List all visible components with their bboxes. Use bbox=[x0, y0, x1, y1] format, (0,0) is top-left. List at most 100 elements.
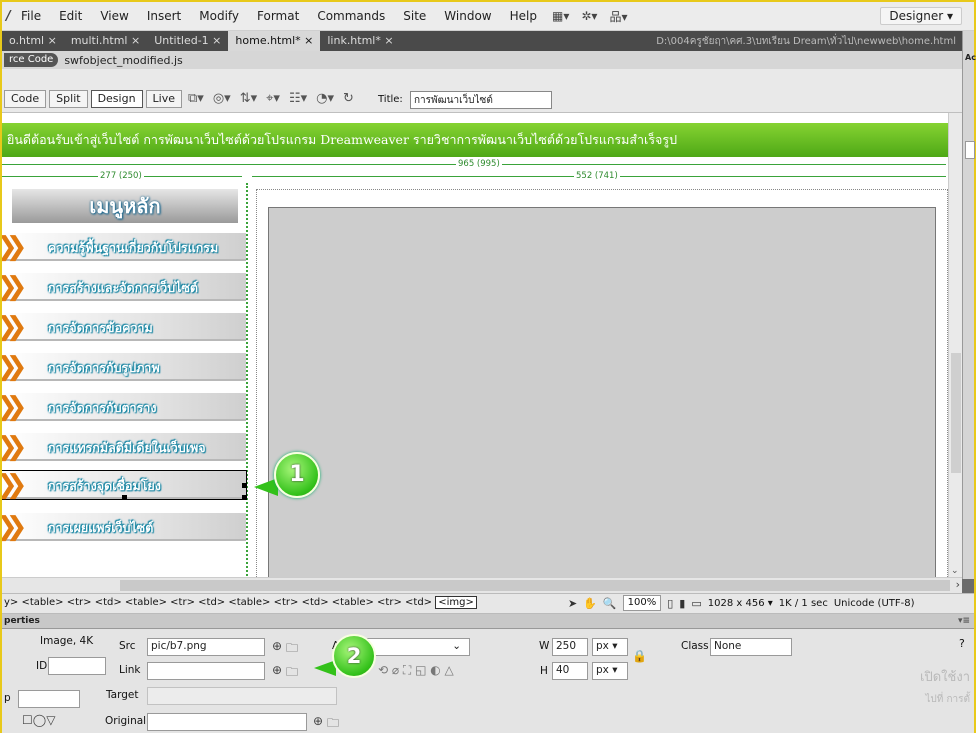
menu-modify[interactable]: Modify bbox=[190, 9, 248, 23]
chevron-right-icon: ❯❯ bbox=[2, 392, 27, 422]
menu-item-publish[interactable]: ❯❯ การเผยแพร่เว็บไซต์ bbox=[2, 512, 246, 542]
menu-item-label: การจัดการข้อความ bbox=[48, 320, 153, 335]
horizontal-scroll-thumb[interactable] bbox=[120, 580, 950, 591]
menu-item-basics[interactable]: ❯❯ ความรู้พื้นฐานเกี่ยวกับโปรแกรม bbox=[2, 232, 246, 262]
img-tag[interactable]: <img> bbox=[435, 596, 477, 609]
menu-item-label: การแทรกมัลติมีเดียในเว็บเพจ bbox=[48, 440, 206, 455]
file-path: D:\004ครูชัยฤา\คศ.3\บทเรียน Dream\ทั่วไป… bbox=[656, 35, 956, 47]
tablet-size-icon[interactable]: ▮ bbox=[679, 597, 685, 610]
link-point-to-file-icon[interactable]: ⊕ bbox=[272, 663, 282, 677]
hand-tool-icon[interactable]: ✋ bbox=[583, 597, 597, 610]
chevron-right-icon: ❯❯ bbox=[2, 470, 27, 500]
zoom-tool-icon[interactable]: 🔍 bbox=[603, 597, 617, 610]
menu-column: เมนูหลัก ❯❯ ความรู้พื้นฐานเกี่ยวกับโปรแก… bbox=[2, 183, 248, 580]
workspace-switcher[interactable]: Designer ▾ bbox=[880, 7, 962, 25]
browse-folder-icon[interactable]: 🗀 bbox=[286, 639, 298, 660]
file-management-icon[interactable]: ⇅▾ bbox=[240, 91, 257, 106]
scroll-right-icon[interactable]: › bbox=[956, 578, 960, 591]
related-file-swfobject[interactable]: swfobject_modified.js bbox=[64, 54, 182, 67]
content-area[interactable] bbox=[268, 207, 936, 580]
width-left-label: 277 (250) bbox=[98, 171, 144, 181]
zoom-select[interactable]: 100% bbox=[622, 595, 662, 611]
tab-multi-html[interactable]: multi.html × bbox=[64, 31, 147, 51]
menu-site[interactable]: Site bbox=[394, 9, 435, 23]
horizontal-scrollbar[interactable]: › bbox=[2, 577, 962, 593]
code-view-button[interactable]: Code bbox=[4, 90, 47, 108]
scroll-down-icon[interactable]: ⌄ bbox=[951, 566, 959, 576]
link-label: Link bbox=[119, 664, 141, 676]
split-view-button[interactable]: Split bbox=[49, 90, 88, 108]
target-select[interactable] bbox=[147, 687, 337, 705]
inspect-icon[interactable]: ⌖▾ bbox=[266, 91, 280, 106]
src-field[interactable]: pic/b7.png bbox=[147, 638, 265, 656]
live-view-button[interactable]: Live bbox=[145, 90, 183, 108]
related-files-bar: rce Code swfobject_modified.js bbox=[2, 51, 962, 69]
tab-link-html[interactable]: link.html* × bbox=[320, 31, 400, 51]
menu-item-multimedia[interactable]: ❯❯ การแทรกมัลติมีเดียในเว็บเพจ bbox=[2, 432, 246, 462]
map-field[interactable] bbox=[18, 690, 80, 708]
validate-icon[interactable]: ◔▾ bbox=[316, 91, 334, 106]
menu-insert[interactable]: Insert bbox=[138, 9, 190, 23]
original-browse-folder-icon[interactable]: 🗀 bbox=[327, 714, 339, 733]
panel-menu-icon[interactable]: ▾≡ bbox=[958, 614, 970, 628]
height-field[interactable]: 40 bbox=[552, 662, 588, 680]
menu-file[interactable]: File bbox=[12, 9, 50, 23]
menu-item-images[interactable]: ❯❯ การจัดการกับรูปภาพ bbox=[2, 352, 246, 382]
properties-header[interactable]: perties ▾≡ bbox=[2, 614, 974, 629]
panel-field[interactable] bbox=[965, 141, 975, 159]
mobile-size-icon[interactable]: ▯ bbox=[667, 597, 673, 610]
menu-window[interactable]: Window bbox=[435, 9, 500, 23]
chevron-right-icon: ❯❯ bbox=[2, 512, 27, 542]
vertical-scrollbar[interactable]: ⌄ bbox=[948, 113, 962, 580]
menu-edit[interactable]: Edit bbox=[50, 9, 91, 23]
menu-format[interactable]: Format bbox=[248, 9, 308, 23]
id-field[interactable] bbox=[48, 657, 106, 675]
width-unit-select[interactable]: px ▾ bbox=[592, 638, 628, 656]
select-tool-icon[interactable]: ➤ bbox=[568, 597, 577, 610]
multiscreen-icon[interactable]: ⧉▾ bbox=[188, 91, 204, 106]
site-icon[interactable]: 品▾ bbox=[603, 8, 633, 25]
original-field[interactable] bbox=[147, 713, 307, 731]
help-icon[interactable]: ? bbox=[959, 637, 965, 650]
tab-untitled-1[interactable]: Untitled-1 × bbox=[147, 31, 228, 51]
link-browse-folder-icon[interactable]: 🗀 bbox=[286, 663, 298, 684]
class-select[interactable]: None bbox=[710, 638, 792, 656]
design-view-button[interactable]: Design bbox=[90, 90, 143, 108]
panel-label[interactable]: Ac bbox=[965, 53, 976, 62]
chevron-right-icon: ❯❯ bbox=[2, 232, 27, 262]
tag-path[interactable]: y> <table> <tr> <td> <table> <tr> <td> <… bbox=[4, 597, 432, 608]
tab-o-html[interactable]: o.html × bbox=[2, 31, 64, 51]
title-input[interactable]: การพัฒนาเว็บไซต์ bbox=[410, 91, 552, 109]
vertical-scroll-thumb[interactable] bbox=[951, 353, 961, 473]
resize-handle-corner[interactable] bbox=[242, 495, 247, 500]
visual-aids-icon[interactable]: ☷▾ bbox=[289, 91, 307, 106]
height-unit-select[interactable]: px ▾ bbox=[592, 662, 628, 680]
menu-commands[interactable]: Commands bbox=[308, 9, 394, 23]
image-edit-icons[interactable]: ⟲ ⌀ ⛶ ◱ ◐ △ bbox=[378, 663, 454, 678]
resize-handle-bottom[interactable] bbox=[122, 495, 127, 500]
desktop-size-icon[interactable]: ▭ bbox=[691, 597, 701, 610]
menu-item-text[interactable]: ❯❯ การจัดการข้อความ bbox=[2, 312, 246, 342]
menu-item-site-management[interactable]: ❯❯ การสร้างและจัดการเว็บไซต์ bbox=[2, 272, 246, 302]
menu-item-tables[interactable]: ❯❯ การจัดการกับตาราง bbox=[2, 392, 246, 422]
toolbar-icons: ⧉▾ ◎▾ ⇅▾ ⌖▾ ☷▾ ◔▾ ↻ bbox=[188, 91, 354, 106]
layout-icon[interactable]: ▦▾ bbox=[546, 9, 575, 23]
source-code-button[interactable]: rce Code bbox=[4, 53, 59, 67]
preview-browser-icon[interactable]: ◎▾ bbox=[213, 91, 231, 106]
hotspot-tools-icon[interactable]: ☐◯▽ bbox=[22, 713, 55, 727]
extend-icon[interactable]: ✲▾ bbox=[575, 9, 603, 23]
point-to-file-icon[interactable]: ⊕ bbox=[272, 639, 282, 653]
lock-aspect-icon[interactable]: 🔒 bbox=[632, 649, 647, 663]
tab-home-html[interactable]: home.html* × bbox=[228, 31, 321, 51]
refresh-icon[interactable]: ↻ bbox=[343, 91, 354, 106]
resize-handle-right[interactable] bbox=[242, 483, 247, 488]
properties-title: perties bbox=[4, 616, 40, 626]
original-point-to-file-icon[interactable]: ⊕ bbox=[313, 714, 323, 728]
link-field[interactable] bbox=[147, 662, 265, 680]
target-label: Target bbox=[106, 689, 139, 701]
menu-view[interactable]: View bbox=[91, 9, 137, 23]
menu-item-links[interactable]: ❯❯ การสร้างจุดเชื่อมโยง bbox=[2, 470, 247, 500]
window-size[interactable]: 1028 x 456 ▾ bbox=[708, 598, 773, 609]
width-field[interactable]: 250 bbox=[552, 638, 588, 656]
menu-help[interactable]: Help bbox=[501, 9, 546, 23]
